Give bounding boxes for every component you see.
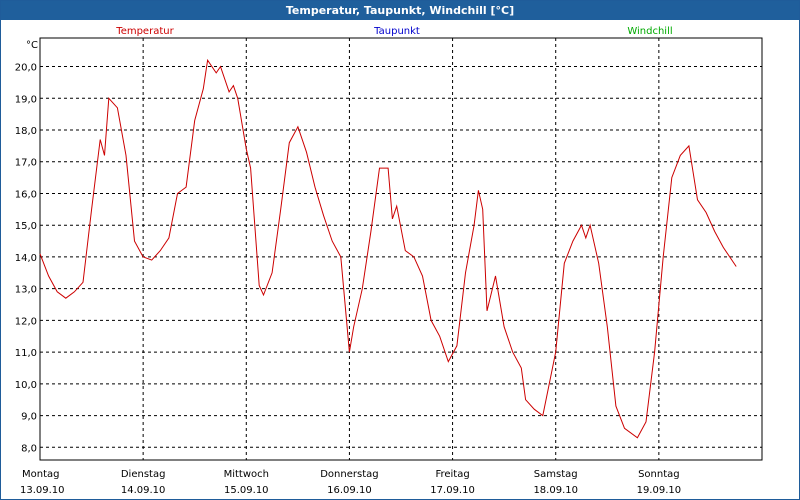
y-tick-labels: 8,0 9,0 10,0 11,0 12,0 13,0 14,0 15,0 16,0 17,0 18… xyxy=(15,63,37,455)
plot-area xyxy=(39,37,763,461)
legend-taupunkt: Taupunkt xyxy=(373,26,420,37)
x-tick-date: 19.09.10 xyxy=(637,485,682,496)
y-tick-label: 13,0 xyxy=(15,285,37,296)
x-tick-day: Samstag xyxy=(534,469,578,480)
y-tick-label: 10,0 xyxy=(15,380,37,391)
y-tick-label: 12,0 xyxy=(15,316,37,327)
x-tick-day: Montag xyxy=(22,469,59,480)
legend-windchill: Windchill xyxy=(627,26,672,37)
y-tick-label: 16,0 xyxy=(15,189,37,200)
temperature-chart: °C 8,0 9,0 10,0 11,0 12,0 13,0 14,0 15,0 16,0 17,… xyxy=(15,26,763,496)
x-tick-date: 18.09.10 xyxy=(533,485,578,496)
y-tick-label: 19,0 xyxy=(15,94,37,105)
x-tick-date: 16.09.10 xyxy=(327,485,372,496)
x-tick-date: 14.09.10 xyxy=(121,485,166,496)
x-tick-day: Dienstag xyxy=(121,469,166,480)
x-tick-date: 17.09.10 xyxy=(430,485,475,496)
y-axis-label: °C xyxy=(26,40,38,51)
y-tick-label: 17,0 xyxy=(15,158,37,169)
x-tick-labels: Montag 13.09.10 Dienstag 14.09.10 Mittwoch 15… xyxy=(20,469,681,496)
x-tick-date: 15.09.10 xyxy=(224,485,269,496)
x-tick-day: Mittwoch xyxy=(224,469,269,480)
legend-temperatur: Temperatur xyxy=(115,26,174,37)
x-tick-date: 13.09.10 xyxy=(20,485,65,496)
series-line-temperatur xyxy=(39,58,737,439)
y-tick-label: 18,0 xyxy=(15,126,37,137)
y-tick-label: 11,0 xyxy=(15,348,37,359)
series-lines xyxy=(39,58,737,439)
y-tick-label: 15,0 xyxy=(15,221,37,232)
grid-lines xyxy=(40,38,762,460)
x-tick-day: Freitag xyxy=(435,469,469,480)
y-tick-label: 14,0 xyxy=(15,253,37,264)
y-tick-label: 9,0 xyxy=(21,412,37,423)
y-tick-label: 20,0 xyxy=(15,63,37,74)
x-tick-day: Donnerstag xyxy=(320,469,378,480)
x-tick-day: Sonntag xyxy=(638,469,680,480)
y-tick-label: 8,0 xyxy=(21,443,37,454)
